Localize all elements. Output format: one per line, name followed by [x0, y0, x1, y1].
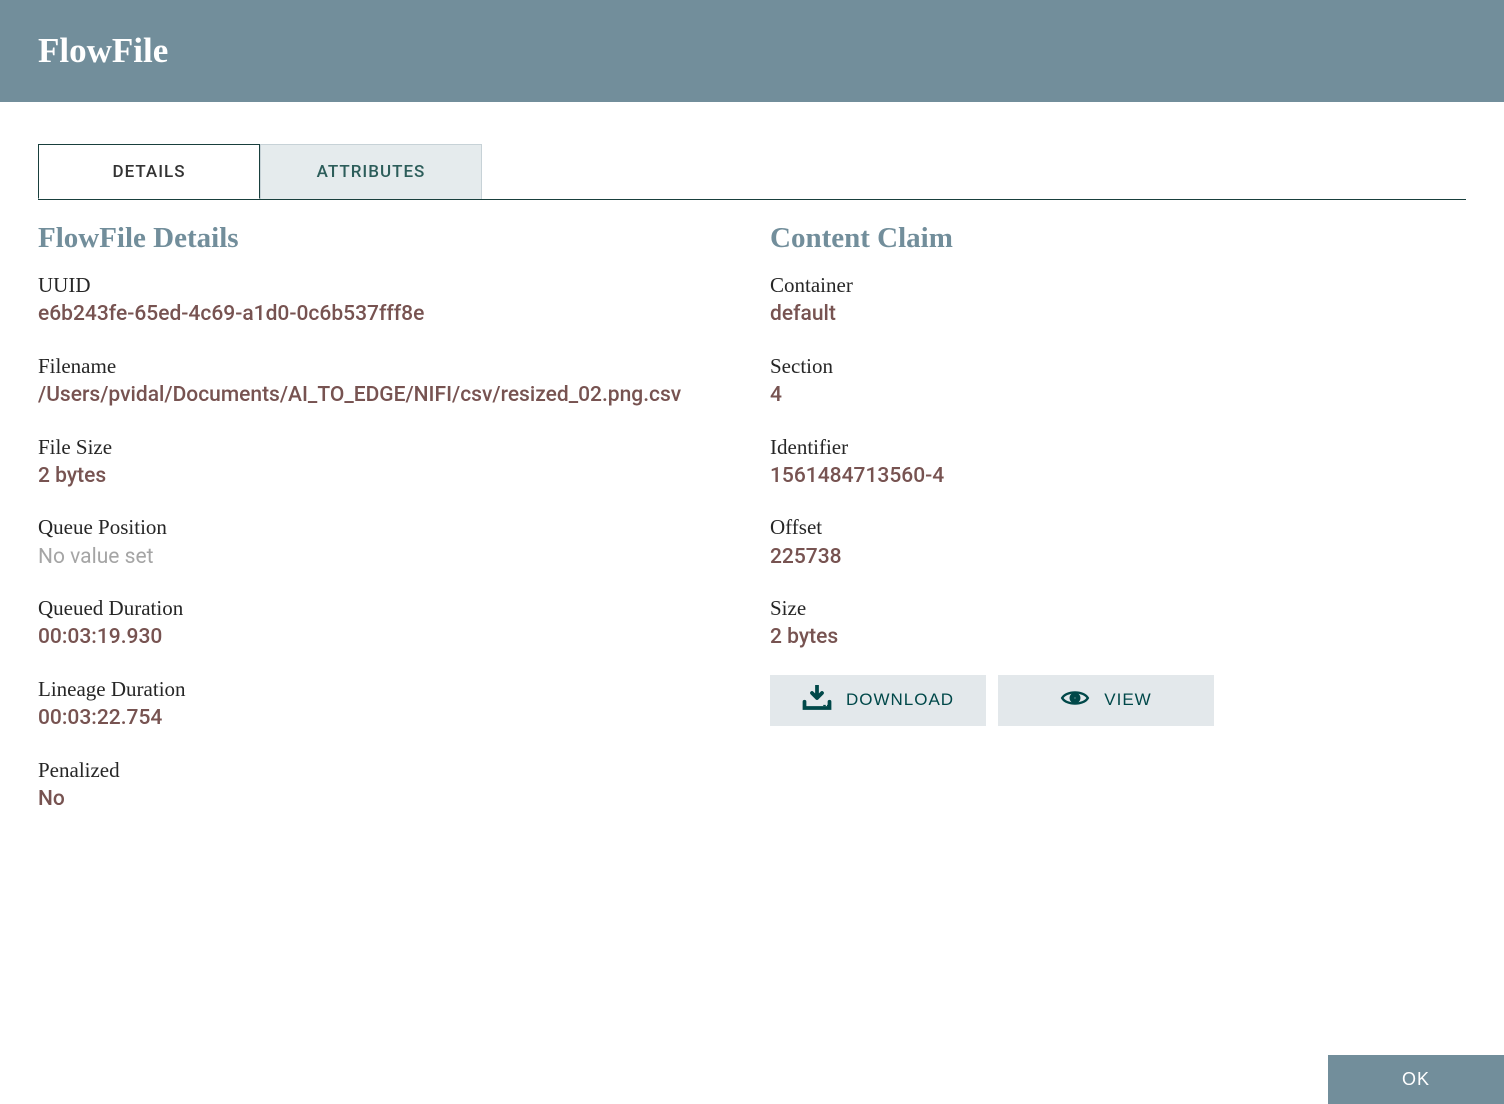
offset-field: Offset 225738: [770, 513, 1466, 572]
queue-position-label: Queue Position: [38, 513, 734, 541]
ok-label: OK: [1402, 1069, 1430, 1090]
size-field: Size 2 bytes: [770, 594, 1466, 653]
queued-duration-field: Queued Duration 00:03:19.930: [38, 594, 734, 653]
uuid-field: UUID e6b243fe-65ed-4c69-a1d0-0c6b537fff8…: [38, 271, 734, 330]
container-label: Container: [770, 271, 1466, 299]
filesize-label: File Size: [38, 433, 734, 461]
offset-value: 225738: [770, 542, 1466, 572]
download-label: DOWNLOAD: [846, 690, 954, 710]
section-value: 4: [770, 380, 1466, 410]
filename-value: /Users/pvidal/Documents/AI_TO_EDGE/NIFI/…: [38, 380, 734, 410]
tab-attributes[interactable]: ATTRIBUTES: [260, 144, 482, 199]
download-icon: [802, 685, 832, 716]
queue-position-field: Queue Position No value set: [38, 513, 734, 572]
penalized-field: Penalized No: [38, 756, 734, 815]
filesize-value: 2 bytes: [38, 461, 734, 491]
identifier-value: 1561484713560-4: [770, 461, 1466, 491]
tab-details[interactable]: DETAILS: [38, 144, 260, 199]
content-actions: DOWNLOAD VIEW: [770, 675, 1466, 726]
dialog-footer: OK: [1328, 1055, 1504, 1104]
view-button[interactable]: VIEW: [998, 675, 1214, 726]
container-field: Container default: [770, 271, 1466, 330]
section-label: Section: [770, 352, 1466, 380]
queue-position-value: No value set: [38, 542, 734, 572]
lineage-duration-label: Lineage Duration: [38, 675, 734, 703]
filename-field: Filename /Users/pvidal/Documents/AI_TO_E…: [38, 352, 734, 411]
eye-icon: [1060, 685, 1090, 716]
details-panel: FlowFile Details UUID e6b243fe-65ed-4c69…: [38, 200, 1466, 836]
section-field: Section 4: [770, 352, 1466, 411]
lineage-duration-value: 00:03:22.754: [38, 703, 734, 733]
identifier-label: Identifier: [770, 433, 1466, 461]
flowfile-details-title: FlowFile Details: [38, 222, 734, 255]
uuid-value: e6b243fe-65ed-4c69-a1d0-0c6b537fff8e: [38, 299, 734, 329]
queued-duration-value: 00:03:19.930: [38, 622, 734, 652]
size-label: Size: [770, 594, 1466, 622]
tab-details-label: DETAILS: [112, 162, 185, 182]
size-value: 2 bytes: [770, 622, 1466, 652]
view-label: VIEW: [1104, 690, 1151, 710]
dialog-title: FlowFile: [38, 31, 168, 71]
offset-label: Offset: [770, 513, 1466, 541]
ok-button[interactable]: OK: [1328, 1055, 1504, 1104]
filename-label: Filename: [38, 352, 734, 380]
queued-duration-label: Queued Duration: [38, 594, 734, 622]
dialog-header: FlowFile: [0, 0, 1504, 102]
tab-attributes-label: ATTRIBUTES: [317, 162, 426, 182]
penalized-label: Penalized: [38, 756, 734, 784]
lineage-duration-field: Lineage Duration 00:03:22.754: [38, 675, 734, 734]
content-claim-column: Content Claim Container default Section …: [770, 222, 1466, 836]
penalized-value: No: [38, 784, 734, 814]
uuid-label: UUID: [38, 271, 734, 299]
content-claim-title: Content Claim: [770, 222, 1466, 255]
flowfile-details-column: FlowFile Details UUID e6b243fe-65ed-4c69…: [38, 222, 770, 836]
download-button[interactable]: DOWNLOAD: [770, 675, 986, 726]
tab-bar: DETAILS ATTRIBUTES: [38, 144, 1466, 200]
container-value: default: [770, 299, 1466, 329]
dialog-content: DETAILS ATTRIBUTES FlowFile Details UUID…: [0, 102, 1504, 836]
identifier-field: Identifier 1561484713560-4: [770, 433, 1466, 492]
filesize-field: File Size 2 bytes: [38, 433, 734, 492]
